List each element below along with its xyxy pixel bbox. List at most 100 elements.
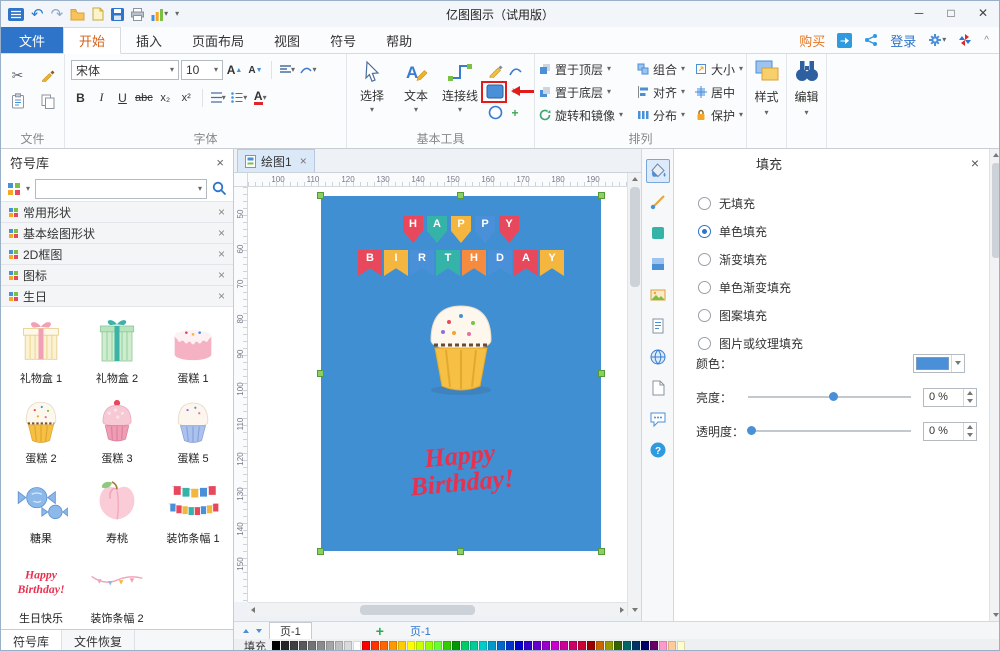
- palette-swatch[interactable]: [452, 641, 460, 651]
- palette-swatch[interactable]: [308, 641, 316, 651]
- palette-swatch[interactable]: [380, 641, 388, 651]
- fill-option[interactable]: 无填充: [698, 195, 803, 212]
- spinner-arrows[interactable]: [963, 423, 976, 440]
- fill-color-picker[interactable]: [913, 354, 965, 373]
- page-setup-icon[interactable]: [646, 376, 670, 400]
- vscroll-thumb[interactable]: [630, 187, 640, 287]
- grow-font-button[interactable]: A▲: [225, 61, 244, 80]
- palette-swatch[interactable]: [335, 641, 343, 651]
- palette-swatch[interactable]: [668, 641, 676, 651]
- italic-button[interactable]: I: [92, 88, 111, 107]
- palette-swatch[interactable]: [533, 641, 541, 651]
- palette-swatch[interactable]: [551, 641, 559, 651]
- edit-button[interactable]: 编辑 ▾: [787, 58, 826, 117]
- fill-option[interactable]: 图片或纹理填充: [698, 335, 803, 352]
- palette-swatch[interactable]: [587, 641, 595, 651]
- sidebar-section-header[interactable]: 图标×: [1, 264, 233, 286]
- transparency-spinner[interactable]: 0 %: [923, 422, 977, 441]
- bring-to-front-button[interactable]: 置于顶层▾: [539, 60, 623, 78]
- palette-swatch[interactable]: [434, 641, 442, 651]
- close-icon[interactable]: ×: [300, 154, 307, 168]
- fill-option[interactable]: 渐变填充: [698, 251, 803, 268]
- open-file-icon[interactable]: [70, 6, 85, 22]
- pen-tool-icon[interactable]: [488, 63, 503, 78]
- selection-handle[interactable]: [317, 370, 324, 377]
- selection-handle[interactable]: [457, 548, 464, 555]
- collapse-ribbon-icon[interactable]: ^: [984, 35, 989, 46]
- palette-swatch[interactable]: [344, 641, 352, 651]
- tab-file-recovery[interactable]: 文件恢复: [62, 630, 135, 651]
- symbol-item[interactable]: 蛋糕 3: [79, 394, 155, 466]
- palette-swatch[interactable]: [515, 641, 523, 651]
- palette-swatch[interactable]: [389, 641, 397, 651]
- close-icon[interactable]: ×: [971, 155, 979, 171]
- selection-handle[interactable]: [598, 548, 605, 555]
- ribbon-tab[interactable]: 视图: [259, 27, 315, 53]
- palette-swatch[interactable]: [632, 641, 640, 651]
- text-effects-button[interactable]: ▾: [299, 61, 318, 80]
- document-tab[interactable]: 绘图1 ×: [237, 149, 315, 172]
- bold-button[interactable]: B: [71, 88, 90, 107]
- drawing-canvas[interactable]: HAPPY BIRTHDAY Happy Birthday!: [248, 187, 627, 602]
- panel-scroll-thumb[interactable]: [992, 163, 1000, 258]
- transparency-slider[interactable]: [748, 421, 911, 441]
- distribute-button[interactable]: 分布▾: [637, 106, 685, 124]
- help-icon[interactable]: ?: [646, 438, 670, 462]
- transparency-thumb[interactable]: [747, 426, 756, 435]
- palette-swatch[interactable]: [362, 641, 370, 651]
- symbol-item[interactable]: 装饰条幅 1: [155, 474, 231, 546]
- palette-swatch[interactable]: [398, 641, 406, 651]
- fill-option[interactable]: 图案填充: [698, 307, 803, 324]
- close-icon[interactable]: ×: [218, 247, 225, 261]
- subscript-button[interactable]: x₂: [156, 88, 175, 107]
- selection-handle[interactable]: [317, 548, 324, 555]
- chart-icon[interactable]: ▾: [151, 6, 168, 22]
- close-icon[interactable]: ×: [218, 268, 225, 282]
- symbol-item[interactable]: 礼物盒 1: [3, 314, 79, 386]
- superscript-button[interactable]: x²: [177, 88, 196, 107]
- copy-icon[interactable]: [41, 93, 55, 109]
- palette-swatch[interactable]: [659, 641, 667, 651]
- palette-swatch[interactable]: [281, 641, 289, 651]
- app-menu-icon[interactable]: [8, 6, 24, 22]
- search-icon[interactable]: [212, 181, 227, 196]
- hyperlink-globe-icon[interactable]: [646, 345, 670, 369]
- align-button[interactable]: 对齐▾: [637, 83, 685, 101]
- close-icon[interactable]: ×: [218, 226, 225, 240]
- add-page-button[interactable]: +: [376, 623, 384, 639]
- share-icon[interactable]: [864, 32, 878, 48]
- format-painter-icon[interactable]: [41, 67, 55, 83]
- palette-swatch[interactable]: [443, 641, 451, 651]
- brightness-thumb[interactable]: [829, 392, 838, 401]
- print-icon[interactable]: [131, 6, 144, 22]
- palette-swatch[interactable]: [326, 641, 334, 651]
- send-to-back-button[interactable]: 置于底层▾: [539, 83, 623, 101]
- buy-button[interactable]: 购买: [799, 31, 825, 50]
- note-icon[interactable]: [646, 314, 670, 338]
- sidebar-section-header[interactable]: 常用形状×: [1, 201, 233, 223]
- palette-swatch[interactable]: [371, 641, 379, 651]
- selection-handle[interactable]: [598, 192, 605, 199]
- palette-swatch[interactable]: [416, 641, 424, 651]
- redo-icon[interactable]: ↷: [51, 6, 64, 22]
- symbol-item[interactable]: 蛋糕 2: [3, 394, 79, 466]
- cut-icon[interactable]: ✂: [12, 67, 24, 83]
- undo-icon[interactable]: ↶: [31, 6, 44, 22]
- hscroll-thumb[interactable]: [360, 605, 475, 615]
- symbol-search-input[interactable]: ▾: [35, 179, 207, 199]
- center-button[interactable]: 居中: [695, 83, 743, 101]
- ribbon-tab[interactable]: 插入: [121, 27, 177, 53]
- settings-gear-icon[interactable]: ▾: [928, 32, 946, 48]
- palette-swatch[interactable]: [650, 641, 658, 651]
- palette-swatch[interactable]: [560, 641, 568, 651]
- qat-customize-icon[interactable]: ▾: [175, 10, 179, 18]
- symbol-item[interactable]: 蛋糕 1: [155, 314, 231, 386]
- palette-swatch[interactable]: [299, 641, 307, 651]
- palette-swatch[interactable]: [614, 641, 622, 651]
- horizontal-scrollbar[interactable]: [248, 602, 627, 616]
- palette-swatch[interactable]: [569, 641, 577, 651]
- pinwheel-icon[interactable]: [958, 32, 972, 48]
- palette-swatch[interactable]: [479, 641, 487, 651]
- palette-swatch[interactable]: [497, 641, 505, 651]
- page-tab[interactable]: 页-1: [269, 622, 312, 639]
